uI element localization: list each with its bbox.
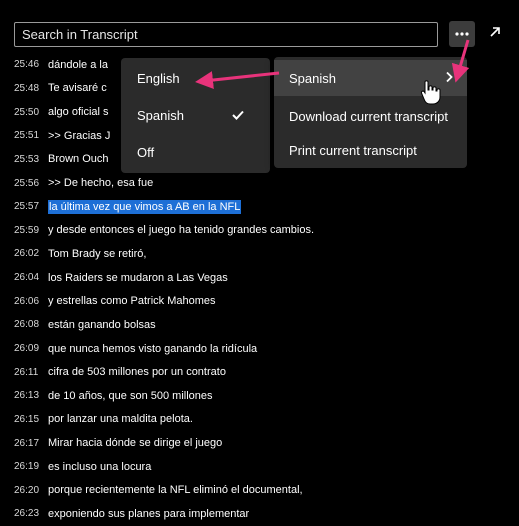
timestamp[interactable]: 26:13 (14, 390, 42, 401)
language-option-spanish[interactable]: Spanish (121, 100, 270, 130)
timestamp[interactable]: 26:11 (14, 367, 42, 378)
timestamp[interactable]: 26:15 (14, 414, 42, 425)
transcript-text: los Raiders se mudaron a Las Vegas (48, 271, 228, 284)
transcript-line[interactable]: 26:04 los Raiders se mudaron a Las Vegas (14, 266, 454, 290)
transcript-text: Tom Brady se retiró, (48, 247, 147, 260)
transcript-line[interactable]: 26:15 por lanzar una maldita pelota. (14, 408, 454, 432)
transcript-line[interactable]: 25:57 la última vez que vimos a AB en la … (14, 195, 454, 219)
language-option-english[interactable]: English (121, 63, 270, 93)
language-option-off[interactable]: Off (121, 137, 270, 167)
language-menu-item[interactable]: Spanish (274, 60, 467, 96)
search-input[interactable] (14, 22, 438, 47)
transcript-text: Mirar hacia dónde se dirige el juego (48, 437, 223, 450)
transcript-line[interactable]: 26:11 cifra de 503 millones por un contra… (14, 360, 454, 384)
transcript-line[interactable]: 26:20 porque recientemente la NFL eliminó… (14, 479, 454, 503)
transcript-panel: 25:46 dándole a la 25:48 Te avisaré c 25:50 a… (0, 0, 519, 524)
transcript-line[interactable]: 26:06 y estrellas como Patrick Mahomes (14, 289, 454, 313)
timestamp[interactable]: 25:56 (14, 178, 42, 189)
print-transcript-item[interactable]: Print current transcript (274, 135, 467, 165)
transcript-text: de 10 años, que son 500 millones (48, 389, 213, 402)
checkmark-icon (232, 107, 244, 123)
language-menu-label: Spanish (289, 70, 336, 86)
transcript-text: y estrellas como Patrick Mahomes (48, 295, 216, 308)
timestamp[interactable]: 25:46 (14, 59, 42, 70)
transcript-line[interactable]: 25:56 >> De hecho, esa fue (14, 171, 454, 195)
popout-button[interactable] (487, 24, 503, 40)
transcript-text: están ganando bolsas (48, 318, 156, 331)
transcript-text: cifra de 503 millones por un contrato (48, 366, 226, 379)
timestamp[interactable]: 25:51 (14, 130, 42, 141)
transcript-line[interactable]: 26:09 que nunca hemos visto ganando la ri… (14, 337, 454, 361)
transcript-text: >> De hecho, esa fue (48, 177, 154, 190)
transcript-line[interactable]: 26:02 Tom Brady se retiró, (14, 242, 454, 266)
timestamp[interactable]: 26:02 (14, 248, 42, 259)
transcript-line[interactable]: 26:08 están ganando bolsas (14, 313, 454, 337)
timestamp[interactable]: 26:04 (14, 272, 42, 283)
transcript-text: porque recientemente la NFL eliminó el d… (48, 484, 303, 497)
options-menu: Spanish Download current transcript Prin… (274, 57, 467, 168)
transcript-text-highlighted: la última vez que vimos a AB en la NFL (48, 199, 242, 214)
chevron-right-icon (445, 71, 453, 86)
transcript-text: es incluso una locura (48, 460, 152, 473)
timestamp[interactable]: 26:06 (14, 296, 42, 307)
language-option-label: Spanish (137, 107, 184, 123)
timestamp[interactable]: 26:09 (14, 343, 42, 354)
transcript-line[interactable]: 26:23 exponiendo sus planes para implemen… (14, 502, 454, 526)
transcript-text: y desde entonces el juego ha tenido gran… (48, 224, 315, 237)
transcript-line[interactable]: 25:59 y desde entonces el juego ha tenido… (14, 218, 454, 242)
timestamp[interactable]: 26:08 (14, 319, 42, 330)
transcript-text: exponiendo sus planes para implementar (48, 507, 250, 520)
timestamp[interactable]: 26:23 (14, 508, 42, 519)
language-submenu: English Spanish Off (121, 58, 270, 173)
transcript-text: que nunca hemos visto ganando la ridícul… (48, 342, 258, 355)
transcript-line[interactable]: 26:17 Mirar hacia dónde se dirige el jueg… (14, 431, 454, 455)
transcript-text: >> Gracias J (48, 129, 111, 142)
download-transcript-label: Download current transcript (289, 108, 448, 124)
language-option-label: Off (137, 144, 155, 160)
timestamp[interactable]: 25:53 (14, 154, 42, 165)
timestamp[interactable]: 26:20 (14, 485, 42, 496)
transcript-text: dándole a la (48, 58, 108, 71)
transcript-text: Brown Ouch (48, 153, 109, 166)
print-transcript-label: Print current transcript (289, 142, 417, 158)
transcript-text: Te avisaré c (48, 82, 107, 95)
timestamp[interactable]: 26:17 (14, 438, 42, 449)
transcript-line[interactable]: 26:13 de 10 años, que son 500 millones (14, 384, 454, 408)
arrow-up-right-icon (490, 27, 500, 37)
transcript-text: por lanzar una maldita pelota. (48, 413, 193, 426)
timestamp[interactable]: 25:57 (14, 201, 42, 212)
more-options-button[interactable] (449, 21, 475, 47)
language-option-label: English (137, 70, 180, 86)
download-transcript-item[interactable]: Download current transcript (274, 101, 467, 131)
transcript-line[interactable]: 26:19 es incluso una locura (14, 455, 454, 479)
timestamp[interactable]: 25:48 (14, 83, 42, 94)
timestamp[interactable]: 25:50 (14, 107, 42, 118)
transcript-text: algo oficial s (48, 106, 109, 119)
timestamp[interactable]: 26:19 (14, 461, 42, 472)
more-horizontal-icon (455, 32, 469, 36)
timestamp[interactable]: 25:59 (14, 225, 42, 236)
